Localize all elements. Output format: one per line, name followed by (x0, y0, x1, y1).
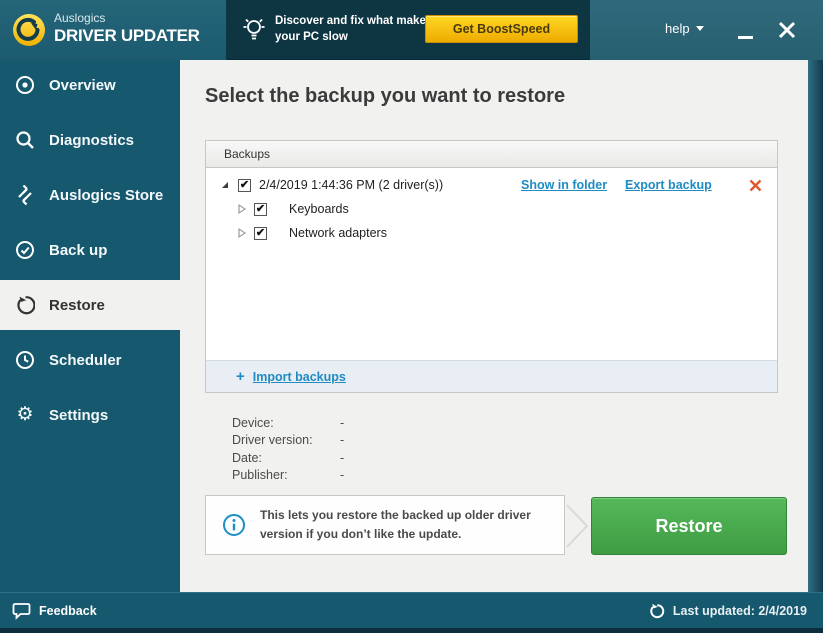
last-updated: Last updated: 2/4/2019 (649, 593, 807, 629)
check-circle-icon (15, 240, 35, 260)
brand-product: DRIVER UPDATER (54, 26, 200, 46)
sidebar-item-scheduler[interactable]: Scheduler (0, 335, 180, 385)
child-checkbox[interactable]: ✔ (254, 227, 267, 240)
page-title: Select the backup you want to restore (205, 85, 565, 108)
search-icon (15, 130, 35, 150)
speech-bubble-icon (12, 602, 31, 620)
detail-value: - (340, 416, 344, 430)
detail-value: - (340, 433, 344, 447)
help-label: help (665, 21, 690, 36)
sidebar-item-settings[interactable]: ⚙ Settings (0, 390, 180, 440)
right-border-strip (808, 60, 823, 592)
delete-backup-icon[interactable] (749, 179, 762, 192)
exchange-arrows-icon (15, 185, 35, 205)
sidebar-item-label: Scheduler (49, 352, 122, 369)
promo-line1: Discover and fix what makes (275, 13, 432, 29)
gear-icon: ⚙ (15, 405, 35, 425)
detail-label: Publisher: (232, 468, 340, 482)
clock-icon (15, 350, 35, 370)
promo-banner: Discover and fix what makes your PC slow… (227, 0, 590, 60)
promo-text: Discover and fix what makes your PC slow (275, 13, 432, 45)
collapse-arrow-icon[interactable] (222, 182, 228, 188)
sidebar-item-auslogics-store[interactable]: Auslogics Store (0, 170, 180, 220)
target-icon (15, 75, 35, 95)
backups-panel: Backups ✔ 2/4/2019 1:44:36 PM (2 driver(… (205, 140, 778, 393)
chevron-right-icon (565, 503, 591, 549)
get-boostspeed-button[interactable]: Get BoostSpeed (425, 15, 578, 43)
import-backups-row[interactable]: + Import backups (206, 360, 777, 392)
backup-child-row[interactable]: ✔ Keyboards (238, 198, 349, 220)
sidebar: Overview Diagnostics Auslogics Store (0, 60, 180, 592)
sidebar-item-label: Auslogics Store (49, 187, 163, 204)
expand-arrow-icon[interactable] (238, 228, 246, 238)
sidebar-item-label: Settings (49, 407, 108, 424)
last-updated-label: Last updated: 2/4/2019 (673, 604, 807, 618)
info-text: This lets you restore the backed up olde… (260, 506, 564, 543)
window-bottom-edge (0, 628, 823, 633)
brand-company: Auslogics (54, 11, 200, 25)
refresh-icon (649, 603, 665, 619)
chevron-down-icon (696, 26, 704, 31)
import-backups-link[interactable]: Import backups (253, 370, 346, 384)
minimize-button[interactable] (738, 36, 753, 39)
detail-label: Driver version: (232, 433, 340, 447)
footer-bar: Feedback Last updated: 2/4/2019 (0, 592, 823, 628)
detail-row: Driver version: - (232, 432, 344, 450)
close-button[interactable] (778, 21, 796, 39)
plus-icon: + (236, 368, 245, 385)
detail-row: Device: - (232, 414, 344, 432)
backup-root-checkbox[interactable]: ✔ (238, 179, 251, 192)
info-box: This lets you restore the backed up olde… (205, 495, 565, 555)
app-window: Auslogics DRIVER UPDATER Discover and fi… (0, 0, 823, 633)
top-bar: Auslogics DRIVER UPDATER Discover and fi… (0, 0, 823, 60)
help-menu[interactable]: help (665, 21, 704, 36)
detail-row: Publisher: - (232, 467, 344, 485)
export-backup-link[interactable]: Export backup (625, 178, 712, 192)
backup-root-label: 2/4/2019 1:44:36 PM (2 driver(s)) (259, 178, 443, 192)
backups-tree: ✔ 2/4/2019 1:44:36 PM (2 driver(s)) Show… (206, 168, 777, 360)
lightbulb-icon (239, 15, 269, 45)
restore-button[interactable]: Restore (591, 497, 787, 555)
child-label: Network adapters (289, 226, 387, 240)
sidebar-item-back-up[interactable]: Back up (0, 225, 180, 275)
expand-arrow-icon[interactable] (238, 204, 246, 214)
sidebar-item-label: Diagnostics (49, 132, 134, 149)
backup-child-row[interactable]: ✔ Network adapters (238, 222, 387, 244)
sidebar-item-overview[interactable]: Overview (0, 60, 180, 110)
backup-root-row[interactable]: ✔ 2/4/2019 1:44:36 PM (2 driver(s)) Show… (222, 174, 762, 196)
promo-line2: your PC slow (275, 29, 432, 45)
sidebar-item-restore[interactable]: Restore (0, 280, 180, 330)
brand-text: Auslogics DRIVER UPDATER (54, 11, 200, 46)
show-in-folder-link[interactable]: Show in folder (521, 178, 607, 192)
detail-value: - (340, 468, 344, 482)
detail-label: Date: (232, 451, 340, 465)
brand-area: Auslogics DRIVER UPDATER (0, 0, 227, 60)
feedback-label: Feedback (39, 604, 97, 618)
detail-row: Date: - (232, 449, 344, 467)
sidebar-item-label: Restore (49, 297, 105, 314)
sidebar-item-diagnostics[interactable]: Diagnostics (0, 115, 180, 165)
feedback-button[interactable]: Feedback (12, 593, 97, 629)
restore-icon (15, 295, 35, 315)
detail-label: Device: (232, 416, 340, 430)
child-checkbox[interactable]: ✔ (254, 203, 267, 216)
child-label: Keyboards (289, 202, 349, 216)
window-controls-area: help (590, 0, 823, 60)
auslogics-logo-icon (12, 13, 46, 47)
detail-value: - (340, 451, 344, 465)
backup-details: Device: - Driver version: - Date: - Publ… (232, 414, 344, 484)
sidebar-item-label: Overview (49, 77, 116, 94)
sidebar-item-label: Back up (49, 242, 107, 259)
info-icon (222, 513, 246, 537)
backups-header: Backups (206, 141, 777, 168)
